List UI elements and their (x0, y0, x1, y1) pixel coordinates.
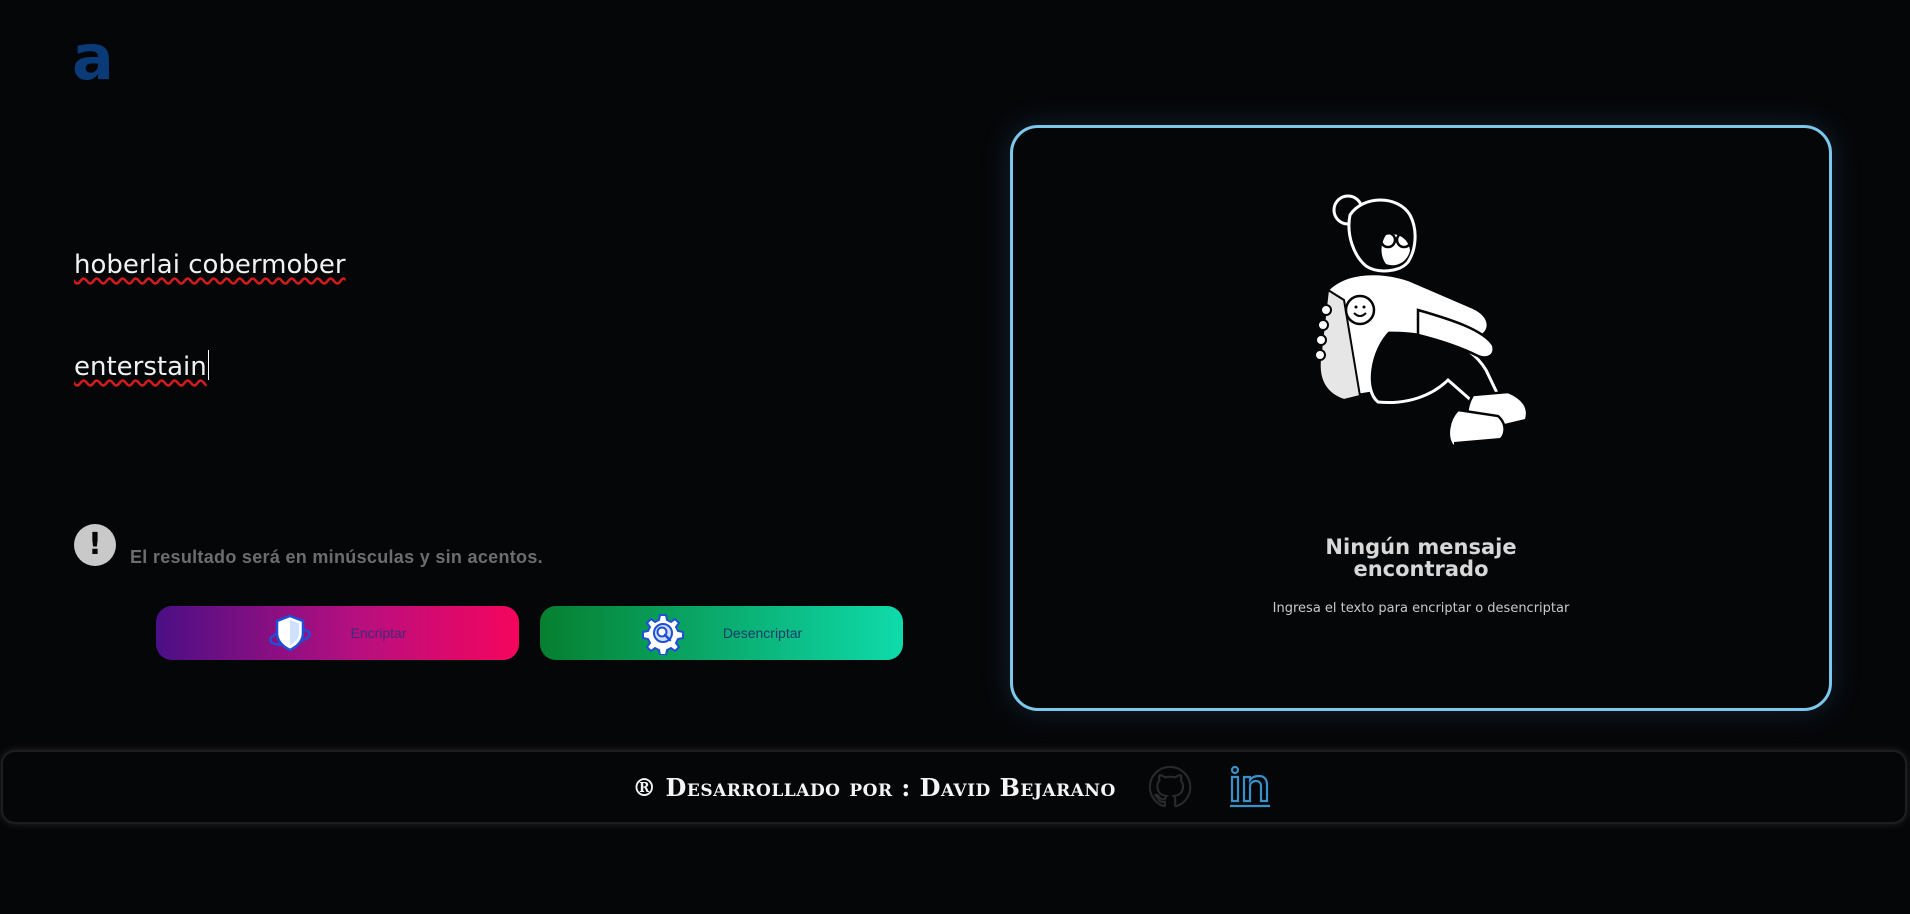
github-icon[interactable] (1144, 761, 1196, 813)
panel-subtitle: Ingresa el texto para encriptar o desenc… (1272, 601, 1570, 616)
encrypt-button-label: Encriptar (350, 625, 407, 641)
gear-search-icon (641, 611, 685, 655)
decrypt-button[interactable]: Desencriptar (540, 606, 903, 660)
decrypt-button-label: Desencriptar (722, 625, 803, 641)
panel-title-line-2: encontrado (1353, 557, 1489, 581)
input-line-1: hoberlai cobermober (74, 250, 346, 280)
notice-text: El resultado será en minúsculas y sin ac… (130, 547, 543, 567)
footer: ® Desarrollado por : David Bejarano (1, 750, 1907, 824)
linkedin-icon[interactable] (1224, 761, 1276, 813)
girl-sitting-illustration (1268, 180, 1578, 480)
footer-credit: ® Desarrollado por : David Bejarano (632, 772, 1116, 802)
text-caret (207, 350, 209, 380)
panel-title: Ningún mensaje encontrado (1013, 536, 1829, 580)
message-input[interactable]: hoberlai cobermober enterstain (74, 180, 954, 500)
exclamation-icon: ! (74, 524, 116, 566)
panel-title-line-1: Ningún mensaje (1325, 535, 1517, 559)
encrypt-button[interactable]: Encriptar (156, 606, 519, 660)
input-line-2: enterstain (74, 352, 207, 382)
output-panel: Ningún mensaje encontrado Ingresa el tex… (1010, 125, 1832, 711)
logo: a (72, 21, 114, 94)
info-notice: ! El resultado será en minúsculas y sin … (74, 524, 543, 567)
shield-icon (268, 611, 312, 655)
